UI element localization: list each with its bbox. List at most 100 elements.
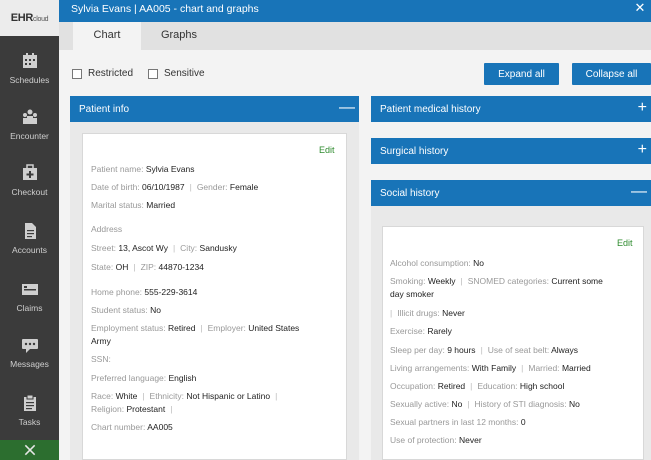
exercise-value: Rarely xyxy=(427,326,452,336)
patient-name-row: Patient name: Sylvia Evans xyxy=(91,164,195,174)
field-label: Employer: xyxy=(207,323,246,333)
sexually-active-value: No xyxy=(451,399,463,409)
living-row: Living arrangements: With Family | Married… xyxy=(390,363,591,373)
employer-value-continued: Army xyxy=(91,336,111,346)
race-value: White xyxy=(115,391,138,401)
sidebar-item-label: Encounter xyxy=(10,131,49,141)
patient-medical-history-header[interactable]: Patient medical history + xyxy=(371,96,651,122)
protection-value: Never xyxy=(459,435,482,445)
sidebar-item-tasks[interactable]: Tasks xyxy=(0,384,59,440)
social-history-header[interactable]: Social history — xyxy=(371,180,651,206)
panel-title: Surgical history xyxy=(380,145,449,157)
snomed-continued-row: day smoker xyxy=(390,289,434,299)
patient-info-header[interactable]: Patient info — xyxy=(70,96,359,122)
employment-value: Retired xyxy=(168,323,196,333)
field-label: Married: xyxy=(528,363,560,373)
field-label: SNOMED categories: xyxy=(467,276,549,286)
field-label: Alcohol consumption: xyxy=(390,258,471,268)
student-row: Student status: No xyxy=(91,305,161,315)
sidebar-item-tools[interactable] xyxy=(0,440,59,460)
restricted-checkbox[interactable]: Restricted xyxy=(72,68,133,79)
field-label: Patient name: xyxy=(91,164,144,174)
document-icon xyxy=(24,223,36,239)
gender-value: Female xyxy=(229,182,259,192)
protection-row: Use of protection: Never xyxy=(390,435,482,445)
sidebar-item-schedules[interactable]: Schedules xyxy=(0,42,59,98)
collapse-icon[interactable]: — xyxy=(339,100,355,116)
patient-info-card: Edit Patient name: Sylvia Evans Date of … xyxy=(82,133,347,460)
field-label: Preferred language: xyxy=(91,373,167,383)
phone-value: 555-229-3614 xyxy=(144,287,198,297)
restricted-label: Restricted xyxy=(88,68,134,79)
sidebar-item-label: Accounts xyxy=(12,245,47,255)
field-label: Illicit drugs: xyxy=(397,308,440,318)
address-heading: Address xyxy=(91,224,122,234)
sensitive-label: Sensitive xyxy=(164,68,205,79)
window-header: Sylvia Evans | AA005 - chart and graphs … xyxy=(59,0,651,22)
sidebar-item-label: Tasks xyxy=(18,417,41,427)
expand-icon[interactable]: + xyxy=(638,100,647,116)
logo-subtext: cloud xyxy=(33,16,49,23)
field-label: Ethnicity: xyxy=(149,391,185,401)
alcohol-value: No xyxy=(473,258,485,268)
field-label: Use of protection: xyxy=(390,435,457,445)
sidebar-item-accounts[interactable]: Accounts xyxy=(0,212,59,268)
edit-link[interactable]: Edit xyxy=(319,145,335,155)
sidebar-item-claims[interactable]: Claims xyxy=(0,270,59,326)
snomed-value: Current some xyxy=(551,276,603,286)
field-label: History of STI diagnosis: xyxy=(474,399,567,409)
close-icon[interactable]: ✕ xyxy=(633,1,647,15)
ssn-row: SSN: xyxy=(91,354,111,364)
street-row: Street: 13, Ascot Wy | City: Sandusky xyxy=(91,243,237,253)
checkbox-box[interactable] xyxy=(148,68,158,79)
patient-name: Sylvia Evans xyxy=(145,164,195,174)
field-label: Occupation: xyxy=(390,381,436,391)
field-label: Smoking: xyxy=(390,276,426,286)
sidebar-item-encounter[interactable]: Encounter xyxy=(0,98,59,154)
claims-icon xyxy=(21,284,38,295)
collapse-all-button[interactable]: Collapse all xyxy=(572,63,651,85)
tools-icon xyxy=(24,444,35,456)
app-logo[interactable]: EHRcloud xyxy=(0,0,59,36)
alcohol-row: Alcohol consumption: No xyxy=(390,258,484,268)
education-value: High school xyxy=(519,381,565,391)
field-label: Sexual partners in last 12 months: xyxy=(390,417,519,427)
collapse-icon[interactable]: — xyxy=(631,184,647,200)
tab-bar: Chart Graphs xyxy=(59,22,651,50)
sleep-row: Sleep per day: 9 hours | Use of seat belt:… xyxy=(390,345,579,355)
drugs-row: | Illicit drugs: Never xyxy=(390,308,465,318)
field-label: Date of birth: xyxy=(91,182,140,192)
sidebar-item-messages[interactable]: Messages xyxy=(0,326,59,382)
chart-number-value: AA005 xyxy=(147,422,173,432)
phone-row: Home phone: 555-229-3614 xyxy=(91,287,197,297)
married-value: Married xyxy=(561,363,591,373)
sleep-value: 9 hours xyxy=(447,345,476,355)
employer-value: United States xyxy=(248,323,300,333)
field-label: State: xyxy=(91,262,114,272)
field-label: Employment status: xyxy=(91,323,166,333)
field-label: SSN: xyxy=(91,354,111,364)
living-value: With Family xyxy=(471,363,517,373)
panel-title: Patient info xyxy=(79,103,130,115)
expand-icon[interactable]: + xyxy=(638,142,647,158)
people-icon xyxy=(22,109,37,124)
medical-bag-icon xyxy=(22,164,37,180)
tab-chart[interactable]: Chart xyxy=(73,22,141,50)
expand-all-button[interactable]: Expand all xyxy=(484,63,559,85)
drugs-value: Never xyxy=(442,308,465,318)
city-value: Sandusky xyxy=(199,243,237,253)
tab-graphs[interactable]: Graphs xyxy=(145,22,213,50)
field-label: Use of seat belt: xyxy=(487,345,550,355)
surgical-history-header[interactable]: Surgical history + xyxy=(371,138,651,164)
field-label: ZIP: xyxy=(140,262,157,272)
checkbox-box[interactable] xyxy=(72,68,82,79)
sensitive-checkbox[interactable]: Sensitive xyxy=(148,68,205,79)
sti-value: No xyxy=(569,399,580,409)
partners-value: 0 xyxy=(520,417,526,427)
logo-text: EHR xyxy=(10,12,34,24)
marital-value: Married xyxy=(146,200,176,210)
student-value: No xyxy=(150,305,161,315)
seatbelt-value: Always xyxy=(551,345,579,355)
edit-link[interactable]: Edit xyxy=(617,238,633,248)
sidebar-item-checkout[interactable]: Checkout xyxy=(0,154,59,210)
